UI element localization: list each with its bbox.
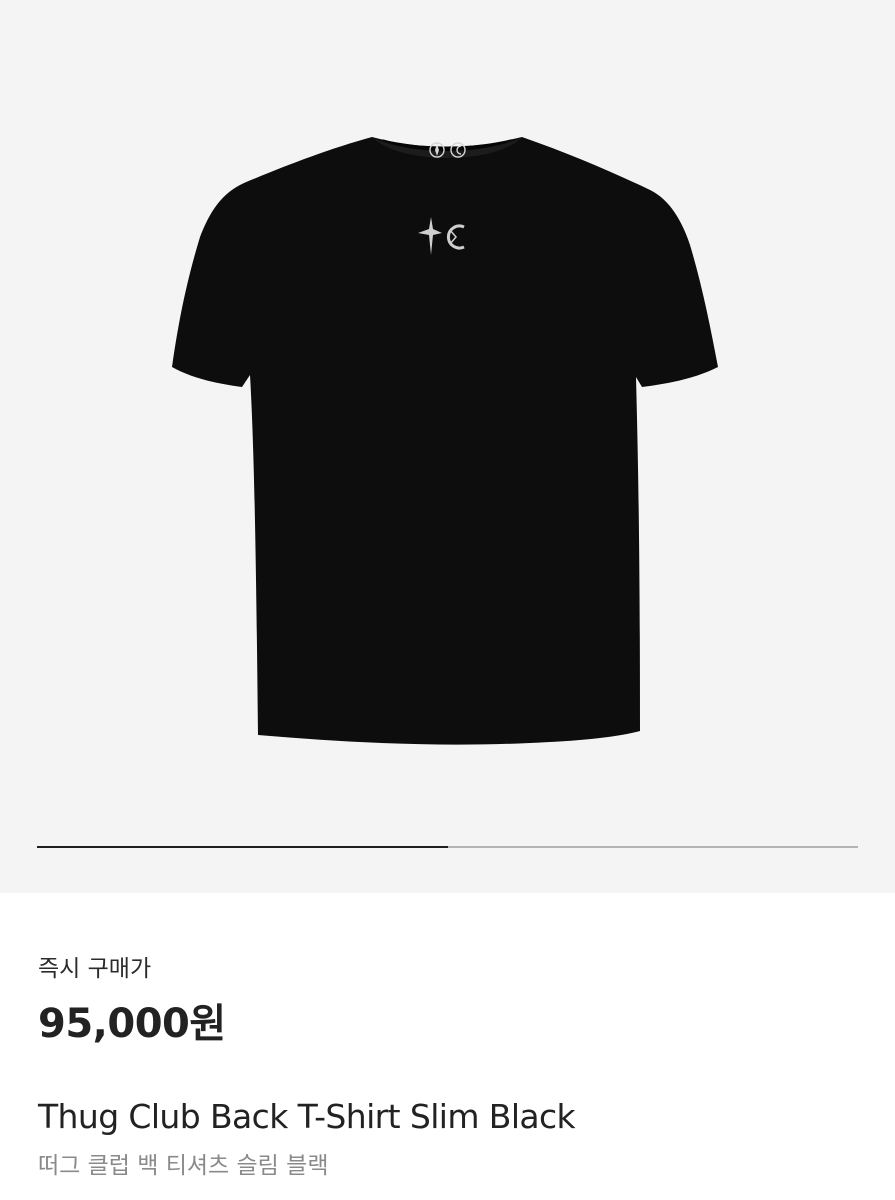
slide-progress-bar <box>37 846 858 848</box>
price-value: 95,000원 <box>38 1001 226 1047</box>
price-label: 즉시 구매가 <box>38 956 152 982</box>
slide-progress-fill <box>37 846 448 848</box>
tshirt-body <box>172 137 718 745</box>
product-name-korean[interactable]: 떠그 클럽 백 티셔츠 슬림 블랙 <box>38 1146 328 1180</box>
product-image-gallery[interactable] <box>0 0 895 893</box>
black-tshirt-image[interactable] <box>150 125 745 765</box>
product-name-english[interactable]: Thug Club Back T-Shirt Slim Black <box>38 1097 576 1136</box>
